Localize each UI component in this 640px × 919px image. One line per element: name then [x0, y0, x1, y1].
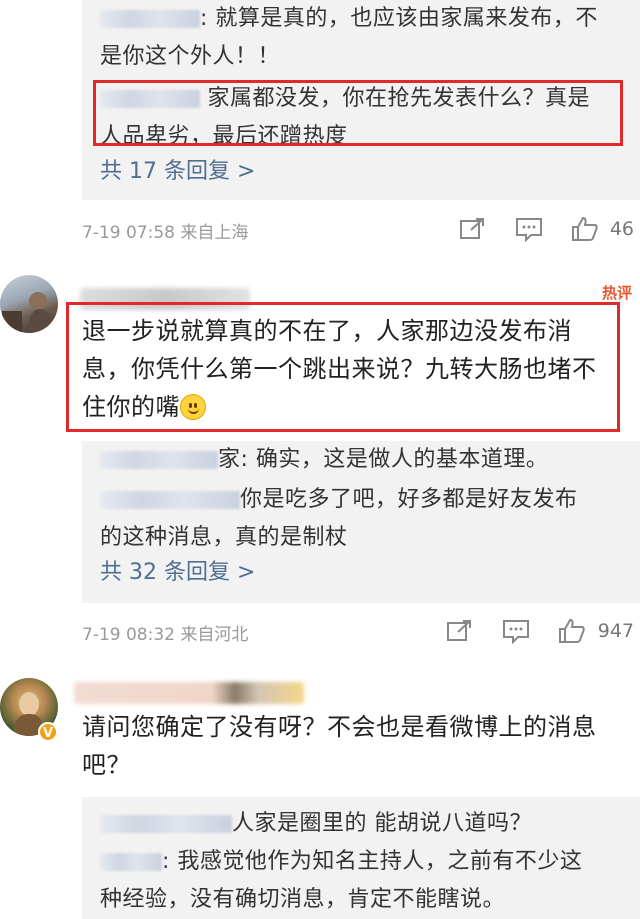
reply-text: : 就算是真的，也应该由家属来发布，不 — [200, 6, 598, 31]
reply-username-blurred[interactable] — [100, 491, 240, 509]
more-replies-link[interactable]: 共 17 条回复 > — [100, 154, 255, 190]
comment-line: 请问您确定了没有呀？不会也是看微博上的消息 — [82, 713, 597, 741]
reply-thread-3: 人家是圈里的 能胡说八道吗？ : 我感觉他作为知名主持人，之前有不少这 种经验，… — [82, 797, 640, 919]
comment-meta-2: 7-19 08:32 来自河北 947 — [82, 612, 640, 652]
share-icon[interactable] — [445, 618, 475, 644]
comment-text: 请问您确定了没有呀？不会也是看微博上的消息 吧？ — [82, 708, 622, 784]
comment-line: 退一步说就算真的不在了，人家那边没发布消 — [82, 317, 572, 345]
like-count: 46 — [609, 218, 634, 240]
username-blurred[interactable] — [74, 682, 304, 704]
reply-username-blurred[interactable] — [100, 853, 162, 871]
reply-item[interactable]: 你是吃多了吧，好多都是好友发布 的这种消息，真的是制杖 — [100, 481, 630, 557]
reply-text-cont: 人品卑劣，最后还蹭热度 — [100, 124, 348, 149]
comment-line: 吧？ — [82, 751, 131, 779]
comment-meta-1: 7-19 07:58 来自上海 46 — [82, 210, 640, 250]
like-count: 947 — [597, 620, 634, 642]
reply-text-cont: 种经验，没有确切消息，肯定不能瞎说。 — [100, 887, 506, 912]
reply-item[interactable]: 家: 确实，这是做人的基本道理。 — [100, 441, 630, 479]
reply-text-cont: 的这种消息，真的是制杖 — [100, 525, 348, 550]
more-replies-link[interactable]: 共 32 条回复 > — [100, 555, 255, 591]
comment-line: 息，你凭什么第一个跳出来说？九转大肠也堵不 — [82, 355, 597, 383]
reply-thread-2: 家: 确实，这是做人的基本道理。 你是吃多了吧，好多都是好友发布 的这种消息，真… — [82, 441, 640, 603]
share-icon[interactable] — [458, 216, 488, 242]
reply-username-blurred[interactable] — [100, 10, 200, 28]
reply-text: 人家是圈里的 能胡说八道吗？ — [232, 811, 532, 836]
comment-line: 住你的嘴 — [82, 388, 622, 426]
comment-text: 退一步说就算真的不在了，人家那边没发布消 息，你凭什么第一个跳出来说？九转大肠也… — [82, 312, 622, 426]
comment-time: 7-19 07:58 来自上海 — [82, 223, 249, 243]
reply-item[interactable]: : 我感觉他作为知名主持人，之前有不少这 种经验，没有确切消息，肯定不能瞎说。 — [100, 843, 630, 919]
avatar[interactable] — [0, 275, 58, 333]
reply-username-blurred[interactable] — [100, 451, 218, 469]
comment-icon[interactable] — [501, 618, 531, 644]
reply-item[interactable]: 人家是圈里的 能胡说八道吗？ — [100, 805, 630, 843]
like-icon[interactable] — [557, 618, 587, 644]
smiley-emoji — [180, 394, 206, 420]
reply-text: : 我感觉他作为知名主持人，之前有不少这 — [162, 849, 583, 874]
comment-icon[interactable] — [514, 216, 544, 242]
comment-time: 7-19 08:32 来自河北 — [82, 625, 249, 645]
reply-item[interactable]: 家属都没发，你在抢先发表什么？真是 人品卑劣，最后还蹭热度 — [100, 80, 630, 156]
hot-comment-tag: 热评 — [601, 284, 632, 302]
reply-text: 家: 确实，这是做人的基本道理。 — [218, 447, 549, 472]
avatar-image — [2, 292, 52, 333]
reply-username-blurred[interactable] — [100, 90, 200, 108]
reply-text: 你是吃多了吧，好多都是好友发布 — [240, 487, 578, 512]
verified-badge: V — [38, 722, 58, 742]
reply-username-blurred[interactable] — [100, 815, 232, 833]
reply-thread-1: : 就算是真的，也应该由家属来发布，不 是你这个外人！！ 家属都没发，你在抢先发… — [82, 0, 640, 200]
reply-text: 家属都没发，你在抢先发表什么？真是 — [207, 86, 591, 111]
username-blurred[interactable] — [80, 288, 250, 310]
reply-item[interactable]: : 就算是真的，也应该由家属来发布，不 是你这个外人！！ — [100, 0, 630, 76]
reply-text-cont: 是你这个外人！！ — [100, 44, 281, 69]
like-icon[interactable] — [570, 216, 600, 242]
